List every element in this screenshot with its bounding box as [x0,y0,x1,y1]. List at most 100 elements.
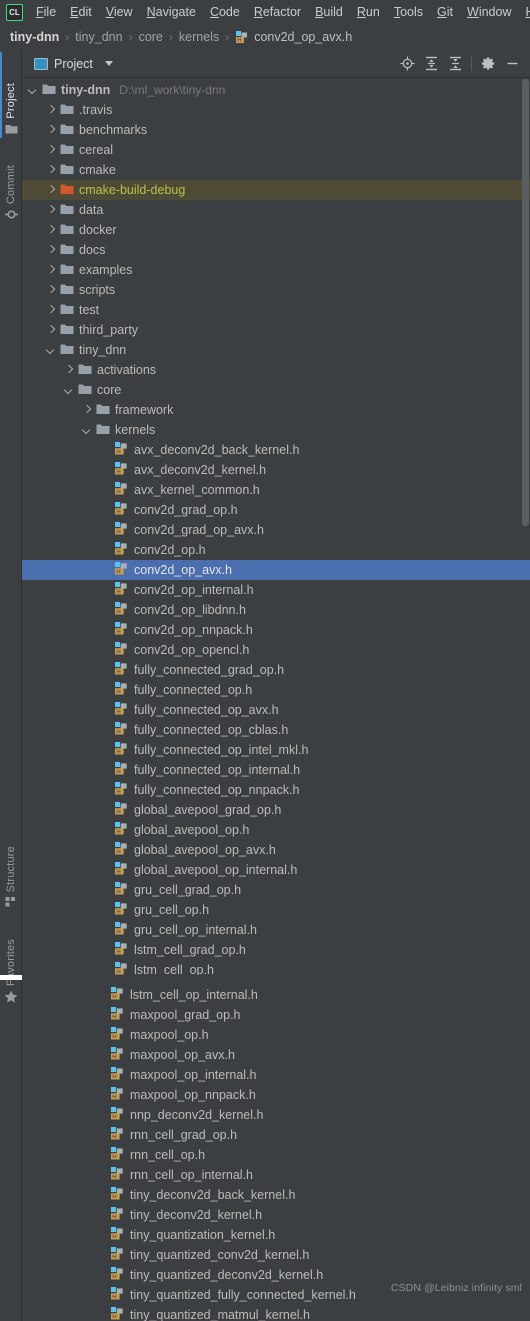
tree-file-avx-deconv2d-kernel-h[interactable]: Havx_deconv2d_kernel.h [22,460,530,480]
tree-file-tiny-quantized-conv2d-kernel-h[interactable]: Htiny_quantized_conv2d_kernel.h [22,1245,526,1265]
menu-item-run[interactable]: Run [350,3,387,21]
expand-all-button[interactable] [419,52,443,76]
tree-file-avx-deconv2d-back-kernel-h[interactable]: Havx_deconv2d_back_kernel.h [22,440,530,460]
tree-file-fully-connected-op-intel-mkl-h[interactable]: Hfully_connected_op_intel_mkl.h [22,740,530,760]
tree-folder-examples[interactable]: examples [22,260,530,280]
settings-button[interactable] [476,52,500,76]
chevron-right-icon[interactable] [46,325,57,336]
tree-file-fully-connected-op-avx-h[interactable]: Hfully_connected_op_avx.h [22,700,530,720]
tree-file-conv2d-op-nnpack-h[interactable]: Hconv2d_op_nnpack.h [22,620,530,640]
tree-folder-docs[interactable]: docs [22,240,530,260]
tree-file-conv2d-op-opencl-h[interactable]: Hconv2d_op_opencl.h [22,640,530,660]
tree-file-conv2d-grad-op-h[interactable]: Hconv2d_grad_op.h [22,500,530,520]
tree-folder-benchmarks[interactable]: benchmarks [22,120,530,140]
hide-panel-button[interactable] [500,52,524,76]
tree-file-tiny-deconv2d-kernel-h[interactable]: Htiny_deconv2d_kernel.h [22,1205,526,1225]
tree-file-global-avepool-grad-op-h[interactable]: Hglobal_avepool_grad_op.h [22,800,530,820]
menu-item-git[interactable]: Git [430,3,460,21]
menu-item-refactor[interactable]: Refactor [247,3,308,21]
tree-file-fully-connected-op-nnpack-h[interactable]: Hfully_connected_op_nnpack.h [22,780,530,800]
tree-folder--travis[interactable]: .travis [22,100,530,120]
tree-file-conv2d-grad-op-avx-h[interactable]: Hconv2d_grad_op_avx.h [22,520,530,540]
breadcrumb-item-core[interactable]: core [139,30,163,44]
chevron-right-icon[interactable] [46,105,57,116]
tree-file-fully-connected-grad-op-h[interactable]: Hfully_connected_grad_op.h [22,660,530,680]
chevron-right-icon[interactable] [46,305,57,316]
menu-item-tools[interactable]: Tools [387,3,430,21]
chevron-right-icon[interactable] [46,225,57,236]
tree-file-conv2d-op-internal-h[interactable]: Hconv2d_op_internal.h [22,580,530,600]
project-tree[interactable]: tiny-dnn D:\ml_work\tiny-dnn .travis benchm… [22,78,530,1321]
tree-file-nnp-deconv2d-kernel-h[interactable]: Hnnp_deconv2d_kernel.h [22,1105,526,1125]
chevron-down-icon[interactable] [46,345,57,356]
tree-file-lstm-cell-grad-op-h[interactable]: Hlstm_cell_grad_op.h [22,940,530,960]
tree-file-conv2d-op-libdnn-h[interactable]: Hconv2d_op_libdnn.h [22,600,530,620]
menu-item-edit[interactable]: Edit [63,3,99,21]
tree-folder-tiny-dnn[interactable]: tiny-dnn D:\ml_work\tiny-dnn [22,80,530,100]
collapse-all-button[interactable] [443,52,467,76]
tree-file-tiny-quantization-kernel-h[interactable]: Htiny_quantization_kernel.h [22,1225,526,1245]
tree-folder-scripts[interactable]: scripts [22,280,530,300]
tree-scrollbar-track[interactable] [521,78,530,1321]
tree-folder-cereal[interactable]: cereal [22,140,530,160]
tree-folder-cmake-build-debug[interactable]: cmake-build-debug [22,180,530,200]
chevron-right-icon[interactable] [46,265,57,276]
chevron-right-icon[interactable] [46,245,57,256]
tree-file-rnn-cell-op-internal-h[interactable]: Hrnn_cell_op_internal.h [22,1165,526,1185]
chevron-down-icon[interactable] [64,385,75,396]
tool-button-favorites[interactable]: Favorites [0,918,22,1006]
breadcrumb-root[interactable]: tiny-dnn [10,30,59,44]
chevron-down-icon[interactable] [104,61,113,66]
tree-file-gru-cell-op-internal-h[interactable]: Hgru_cell_op_internal.h [22,920,530,940]
tree-file-maxpool-op-nnpack-h[interactable]: Hmaxpool_op_nnpack.h [22,1085,526,1105]
tool-button-project[interactable]: Project [0,52,22,138]
menu-item-build[interactable]: Build [308,3,350,21]
tree-file-gru-cell-op-h[interactable]: Hgru_cell_op.h [22,900,530,920]
chevron-right-icon[interactable] [46,205,57,216]
tree-file-maxpool-grad-op-h[interactable]: Hmaxpool_grad_op.h [22,1005,526,1025]
breadcrumb-item-tiny_dnn[interactable]: tiny_dnn [75,30,122,44]
chevron-right-icon[interactable] [82,405,93,416]
breadcrumb-item-kernels[interactable]: kernels [179,30,219,44]
chevron-right-icon[interactable] [46,185,57,196]
tree-folder-kernels[interactable]: kernels [22,420,530,440]
tree-folder-activations[interactable]: activations [22,360,530,380]
tree-file-conv2d-op-h[interactable]: Hconv2d_op.h [22,540,530,560]
menu-item-window[interactable]: Window [460,3,518,21]
tree-file-avx-kernel-common-h[interactable]: Havx_kernel_common.h [22,480,530,500]
tree-folder-core[interactable]: core [22,380,530,400]
menu-item-view[interactable]: View [99,3,140,21]
chevron-right-icon[interactable] [64,365,75,376]
tool-button-commit[interactable]: Commit [0,146,22,224]
tree-file-maxpool-op-h[interactable]: Hmaxpool_op.h [22,1025,526,1045]
tree-folder-tiny-dnn[interactable]: tiny_dnn [22,340,530,360]
menu-item-h[interactable]: H [518,3,530,21]
tree-file-fully-connected-op-h[interactable]: Hfully_connected_op.h [22,680,530,700]
tree-file-tiny-deconv2d-back-kernel-h[interactable]: Htiny_deconv2d_back_kernel.h [22,1185,526,1205]
tree-file-maxpool-op-avx-h[interactable]: Hmaxpool_op_avx.h [22,1045,526,1065]
tool-button-structure[interactable]: Structure [0,824,22,910]
tree-file-global-avepool-op-h[interactable]: Hglobal_avepool_op.h [22,820,530,840]
tree-folder-framework[interactable]: framework [22,400,530,420]
chevron-down-icon[interactable] [82,425,93,436]
tree-file-global-avepool-op-internal-h[interactable]: Hglobal_avepool_op_internal.h [22,860,530,880]
tree-file-fully-connected-op-internal-h[interactable]: Hfully_connected_op_internal.h [22,760,530,780]
tree-file-fully-connected-op-cblas-h[interactable]: Hfully_connected_op_cblas.h [22,720,530,740]
chevron-right-icon[interactable] [46,165,57,176]
chevron-right-icon[interactable] [46,145,57,156]
tree-folder-third-party[interactable]: third_party [22,320,530,340]
tree-file-tiny-quantized-matmul-kernel-h[interactable]: Htiny_quantized_matmul_kernel.h [22,1305,526,1321]
tree-folder-cmake[interactable]: cmake [22,160,530,180]
tree-folder-test[interactable]: test [22,300,530,320]
select-opened-file-button[interactable] [395,52,419,76]
breadcrumb[interactable]: tiny-dnn › tiny_dnn › core › kernels › H… [0,24,530,50]
tree-file-conv2d-op-avx-h[interactable]: Hconv2d_op_avx.h [22,560,530,580]
tree-file-gru-cell-grad-op-h[interactable]: Hgru_cell_grad_op.h [22,880,530,900]
tree-file-rnn-cell-grad-op-h[interactable]: Hrnn_cell_grad_op.h [22,1125,526,1145]
menu-item-file[interactable]: File [29,3,63,21]
tree-file-maxpool-op-internal-h[interactable]: Hmaxpool_op_internal.h [22,1065,526,1085]
tree-folder-docker[interactable]: docker [22,220,530,240]
menu-item-code[interactable]: Code [203,3,247,21]
tree-file-rnn-cell-op-h[interactable]: Hrnn_cell_op.h [22,1145,526,1165]
tree-file-global-avepool-op-avx-h[interactable]: Hglobal_avepool_op_avx.h [22,840,530,860]
